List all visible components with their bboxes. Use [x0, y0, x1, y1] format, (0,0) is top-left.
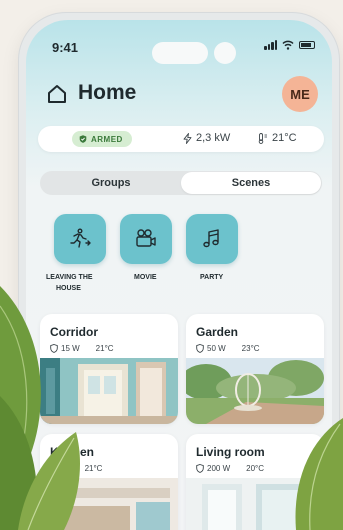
- room-stats: W 21°C: [50, 464, 102, 473]
- room-temperature: 20°C: [246, 464, 264, 473]
- group-label-line1: LEAVING THE: [46, 274, 93, 281]
- temperature-stat: 21°C: [258, 132, 297, 144]
- room-stats: 50 W 23°C: [196, 344, 260, 353]
- security-status-badge[interactable]: ARMED: [72, 131, 132, 147]
- lightning-icon: [183, 132, 192, 144]
- group-shortcuts: LEAVING THE HOUSE MOVIE PARTY: [44, 214, 324, 304]
- home-icon: [48, 85, 66, 103]
- battery-icon: [299, 41, 315, 49]
- group-button[interactable]: [54, 214, 106, 264]
- status-icons: [264, 40, 315, 50]
- page-title: Home: [78, 81, 137, 104]
- signal-icon: [264, 40, 277, 50]
- room-stats: 200 W 20°C: [196, 464, 264, 473]
- shield-icon: [50, 344, 58, 353]
- tab-scenes[interactable]: Scenes: [181, 172, 321, 194]
- avatar-initials: ME: [290, 86, 310, 102]
- shield-icon: [50, 464, 58, 473]
- avatar[interactable]: ME: [282, 76, 318, 112]
- room-card-kitchen[interactable]: Kitchen W 21°C: [40, 434, 178, 530]
- room-card-living-room[interactable]: Living room 200 W 20°C: [186, 434, 324, 530]
- group-label-line2: HOUSE: [56, 285, 81, 292]
- kitchen-photo: [40, 478, 178, 530]
- room-temperature: 21°C: [84, 464, 103, 473]
- groups-scenes-switch: Groups Scenes: [40, 171, 322, 195]
- group-button[interactable]: [186, 214, 238, 264]
- room-card-corridor[interactable]: Corridor 15 W 21°C: [40, 314, 178, 424]
- room-power: 15 W: [50, 344, 80, 353]
- system-status-card: ARMED 2,3 kW 21°C: [38, 126, 324, 152]
- tab-groups[interactable]: Groups: [41, 172, 181, 194]
- app-screen: 9:41 Home ME ARMED 2,3 kW 21°C Groups Sc…: [26, 20, 332, 530]
- group-button[interactable]: [120, 214, 172, 264]
- dynamic-island: [152, 42, 208, 64]
- room-stats: 15 W 21°C: [50, 344, 114, 353]
- status-time: 9:41: [52, 40, 79, 55]
- living-room-photo: [186, 478, 324, 530]
- status-bar: 9:41: [26, 20, 332, 64]
- room-power: 200 W: [196, 464, 230, 473]
- group-label-line1: MOVIE: [134, 274, 157, 281]
- room-name: Living room: [196, 445, 265, 459]
- movie-camera-icon: [136, 229, 156, 247]
- wifi-icon: [282, 40, 294, 50]
- group-party[interactable]: PARTY: [186, 214, 246, 283]
- thermometer-icon: [258, 132, 267, 144]
- room-name: Kitchen: [50, 445, 95, 459]
- room-card-garden[interactable]: Garden 50 W 23°C: [186, 314, 324, 424]
- shield-check-icon: [79, 135, 87, 143]
- shield-icon: [196, 344, 204, 353]
- security-status-text: ARMED: [91, 134, 123, 144]
- room-power: 50 W: [196, 344, 226, 353]
- power-stat: 2,3 kW: [183, 132, 230, 144]
- room-temperature: 21°C: [95, 344, 114, 353]
- shield-icon: [196, 464, 204, 473]
- room-temperature: 23°C: [241, 344, 260, 353]
- camera-dot: [214, 42, 236, 64]
- corridor-photo: [40, 358, 178, 424]
- room-name: Corridor: [50, 325, 98, 339]
- group-label-line1: PARTY: [200, 274, 224, 281]
- temperature-value: 21°C: [272, 132, 297, 144]
- group-movie[interactable]: MOVIE: [120, 214, 180, 283]
- phone-frame: 9:41 Home ME ARMED 2,3 kW 21°C Groups Sc…: [18, 12, 340, 530]
- room-power: W: [50, 464, 69, 473]
- group-leaving-the-house[interactable]: LEAVING THE HOUSE: [46, 214, 114, 294]
- room-name: Garden: [196, 325, 239, 339]
- power-value: 2,3 kW: [196, 132, 231, 144]
- page-header: Home ME: [44, 76, 318, 116]
- garden-photo: [186, 358, 324, 424]
- running-person-icon: [70, 228, 91, 248]
- music-note-icon: [203, 229, 219, 248]
